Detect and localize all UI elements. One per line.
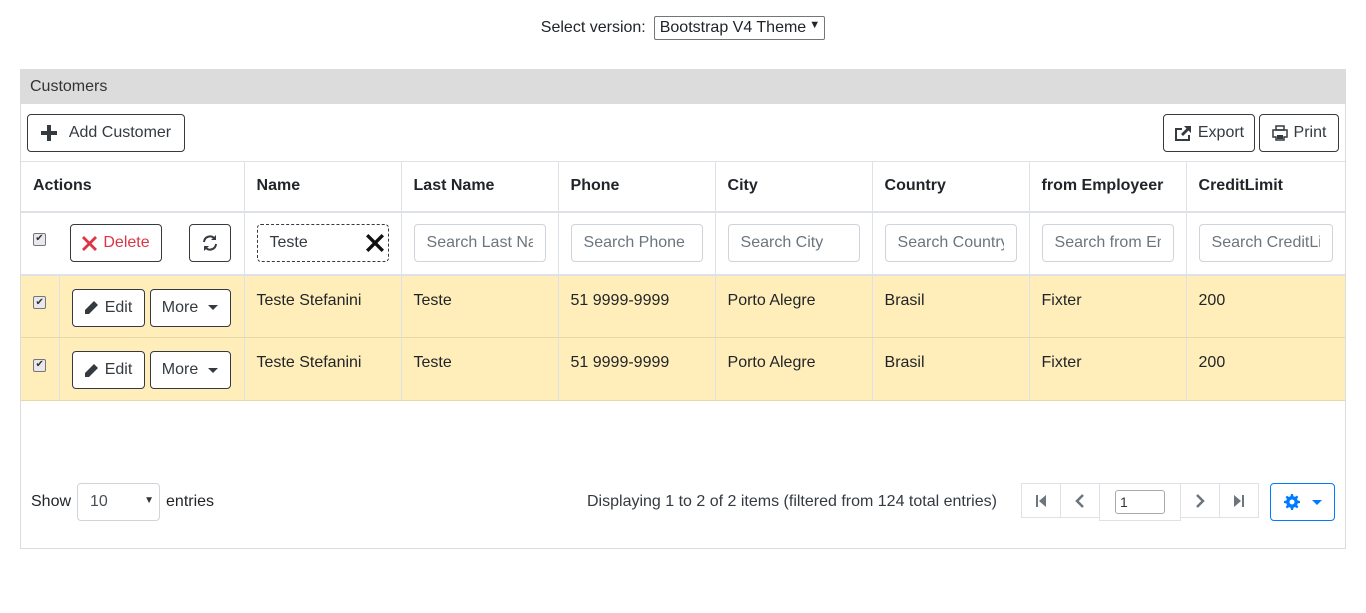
edit-button[interactable]: Edit — [71, 351, 145, 389]
next-page-button[interactable] — [1180, 483, 1220, 518]
printer-icon — [1271, 125, 1288, 141]
more-dropdown-button[interactable]: More — [149, 351, 231, 389]
cell-city: Porto Alegre — [715, 337, 873, 401]
page-size-select[interactable]: 10 ▼ — [77, 483, 161, 521]
first-page-icon — [1036, 494, 1046, 507]
column-header[interactable]: Name — [244, 161, 402, 213]
cell-employeer: Fixter — [1029, 337, 1187, 401]
settings-dropdown-button[interactable] — [1270, 483, 1335, 521]
cell-last-name: Teste — [401, 274, 559, 338]
select-all-checkbox[interactable]: ✔ — [33, 232, 46, 246]
more-label: More — [161, 298, 199, 316]
delete-button[interactable]: Delete — [70, 224, 162, 262]
panel-header: Customers — [21, 70, 1345, 104]
clear-x-icon[interactable] — [365, 234, 384, 252]
cell-country: Brasil — [872, 337, 1030, 401]
column-header[interactable]: City — [715, 161, 873, 213]
version-select[interactable]: Bootstrap V4 Theme ▼ — [653, 16, 826, 40]
table-footer: Show 10 ▼ entries Displaying 1 to 2 of 2… — [31, 483, 1335, 521]
cell-city: Porto Alegre — [715, 274, 873, 338]
pencil-icon — [84, 363, 98, 377]
more-dropdown-button[interactable]: More — [149, 288, 231, 327]
caret-down-icon — [208, 367, 219, 373]
column-header[interactable]: Country — [872, 161, 1030, 213]
delete-label: Delete — [103, 234, 150, 251]
employeer-filter-input[interactable] — [1041, 224, 1174, 262]
add-customer-label: Add Customer — [68, 124, 172, 141]
version-select-value: Bootstrap V4 Theme — [659, 19, 807, 36]
cell-name: Teste Stefanini — [244, 337, 402, 401]
caret-down-icon — [208, 305, 219, 310]
column-header[interactable]: Actions — [21, 161, 245, 213]
export-label: Export — [1197, 124, 1245, 141]
dropdown-arrow-icon: ▼ — [809, 19, 821, 31]
cell-phone: 51 9999-9999 — [558, 274, 716, 338]
print-button[interactable]: Print — [1259, 114, 1339, 152]
country-filter-input[interactable] — [884, 224, 1017, 262]
credit-limit-filter-input[interactable] — [1198, 224, 1334, 262]
print-label: Print — [1293, 124, 1327, 141]
last-page-button[interactable] — [1219, 483, 1259, 518]
chevron-right-icon — [1196, 493, 1205, 508]
more-label: More — [161, 361, 199, 378]
last-name-filter-input[interactable] — [413, 224, 546, 262]
cell-credit-limit: 200 — [1186, 337, 1346, 401]
refresh-icon — [203, 235, 217, 251]
cell-phone: 51 9999-9999 — [558, 337, 716, 401]
chevron-left-icon — [1075, 493, 1084, 508]
prev-page-button[interactable] — [1060, 483, 1100, 518]
cell-employeer: Fixter — [1029, 274, 1187, 338]
city-filter-input[interactable] — [727, 224, 860, 262]
customers-panel: Customers Add Customer Export Print Acti… — [20, 69, 1346, 549]
edit-label: Edit — [104, 361, 133, 378]
filter-row: ✔ Delete Teste — [21, 211, 1346, 276]
entries-label: entries — [166, 493, 215, 510]
customers-table: Actions Name Last Name Phone City Countr… — [21, 161, 1346, 401]
row-checkbox[interactable]: ✔ — [33, 296, 47, 309]
table-row[interactable]: ✔ Edit More Teste Stefanini Teste 51 999… — [21, 337, 1346, 401]
plus-icon — [40, 125, 57, 141]
filter-actions-cell: ✔ Delete — [21, 211, 245, 276]
refresh-button[interactable] — [189, 224, 231, 262]
pencil-icon — [84, 301, 98, 314]
first-page-button[interactable] — [1021, 483, 1061, 518]
column-header[interactable]: from Employeer — [1029, 161, 1187, 213]
edit-label: Edit — [104, 298, 133, 316]
display-info: Displaying 1 to 2 of 2 items (filtered f… — [587, 493, 997, 510]
cell-name: Teste Stefanini — [244, 274, 402, 338]
pagination: 1 — [1021, 483, 1259, 521]
name-filter-input[interactable]: Teste — [256, 224, 389, 262]
column-header[interactable]: CreditLimit — [1186, 161, 1346, 213]
column-header[interactable]: Phone — [558, 161, 716, 213]
page-number-input[interactable]: 1 — [1115, 490, 1165, 514]
table-row[interactable]: ✔ Edit More Teste Stefanini Teste 51 999… — [21, 274, 1346, 338]
page-size-value: 10 — [90, 493, 108, 510]
row-checkbox[interactable]: ✔ — [33, 358, 47, 372]
last-page-icon — [1234, 494, 1244, 507]
panel-title: Customers — [30, 78, 108, 95]
caret-down-icon — [1311, 499, 1322, 505]
name-filter-value: Teste — [269, 234, 308, 251]
version-bar: Select version: Bootstrap V4 Theme ▼ — [0, 16, 1366, 40]
add-customer-button[interactable]: Add Customer — [27, 114, 185, 152]
show-label: Show — [31, 493, 72, 510]
cell-credit-limit: 200 — [1186, 274, 1346, 338]
column-header[interactable]: Last Name — [401, 161, 559, 213]
x-icon — [82, 235, 98, 251]
table-header-row: Actions Name Last Name Phone City Countr… — [21, 161, 1346, 213]
phone-filter-input[interactable] — [570, 224, 703, 262]
export-icon — [1174, 126, 1191, 141]
export-button[interactable]: Export — [1163, 114, 1255, 152]
gear-icon — [1283, 494, 1300, 510]
toolbar: Add Customer Export Print — [27, 114, 1339, 152]
version-label: Select version: — [540, 19, 646, 36]
filter-name-cell: Teste — [244, 211, 402, 276]
page-size-control: Show 10 ▼ entries — [31, 483, 214, 521]
cell-country: Brasil — [872, 274, 1030, 338]
dropdown-arrow-icon: ▼ — [144, 495, 155, 506]
cell-last-name: Teste — [401, 337, 559, 401]
edit-button[interactable]: Edit — [71, 288, 145, 327]
